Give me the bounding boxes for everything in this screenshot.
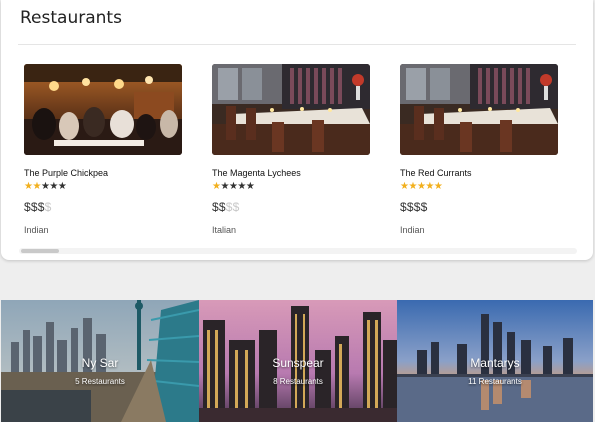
city-name[interactable]: Mantarys: [397, 356, 593, 370]
price-level: $$$$: [400, 200, 428, 214]
price-off: $: [44, 200, 52, 214]
city-restaurant-count: 11 Restaurants: [468, 377, 522, 386]
price-level: $$$$: [24, 200, 52, 214]
restaurant-cuisine: Indian: [24, 225, 49, 235]
city-restaurant-count: 5 Restaurants: [75, 377, 125, 386]
divider: [18, 44, 576, 45]
star-icon: ★: [49, 181, 58, 192]
section-title: Restaurants: [20, 8, 122, 28]
restaurant-photo[interactable]: [24, 64, 182, 155]
price-off: $$: [225, 200, 240, 214]
price-on: $$$: [24, 200, 45, 214]
star-icon: ★: [245, 181, 255, 192]
star-icon: ★: [425, 181, 434, 192]
star-icon: ★: [57, 181, 67, 192]
city-tile[interactable]: Mantarys 11 Restaurants: [397, 300, 593, 422]
star-rating: ★★★★★: [400, 181, 443, 193]
restaurant-photo[interactable]: [212, 64, 370, 155]
star-rating: ★★★★★: [24, 181, 67, 193]
city-tile[interactable]: Sunspear 8 Restaurants: [199, 300, 397, 422]
restaurants-card: Restaurants The Purple Chickpea ★★★★★ $$…: [1, 0, 593, 260]
restaurant-card[interactable]: The Red Currants ★★★★★ $$$$ Indian: [400, 64, 558, 235]
restaurant-name[interactable]: The Magenta Lychees: [212, 168, 301, 178]
star-icon: ★: [237, 181, 246, 192]
city-name[interactable]: Ny Sar: [1, 356, 199, 370]
restaurant-name[interactable]: The Purple Chickpea: [24, 168, 108, 178]
scrollbar-thumb[interactable]: [21, 249, 59, 253]
price-on: $$$$: [400, 200, 428, 214]
city-tile[interactable]: Ny Sar 5 Restaurants: [1, 300, 199, 422]
price-level: $$$$: [212, 200, 240, 214]
restaurant-name[interactable]: The Red Currants: [400, 168, 472, 178]
price-on: $$: [212, 200, 226, 214]
star-rating: ★★★★★: [212, 181, 255, 193]
star-icon: ★: [433, 181, 443, 192]
restaurant-cuisine: Italian: [212, 225, 237, 235]
star-icon: ★: [408, 181, 417, 192]
star-icon: ★: [220, 181, 229, 192]
city-restaurant-count: 8 Restaurants: [273, 377, 323, 386]
cities-strip: Ny Sar 5 Restaurants Sunspear 8 Restaura…: [1, 300, 593, 422]
restaurant-photo[interactable]: [400, 64, 558, 155]
restaurant-cuisine: Indian: [400, 225, 425, 235]
horizontal-scrollbar[interactable]: [19, 248, 577, 254]
restaurant-card[interactable]: The Purple Chickpea ★★★★★ $$$$ Indian: [24, 64, 182, 235]
restaurant-card[interactable]: The Magenta Lychees ★★★★★ $$$$ Italian: [212, 64, 370, 235]
star-icon: ★: [32, 181, 41, 192]
city-name[interactable]: Sunspear: [199, 356, 397, 370]
